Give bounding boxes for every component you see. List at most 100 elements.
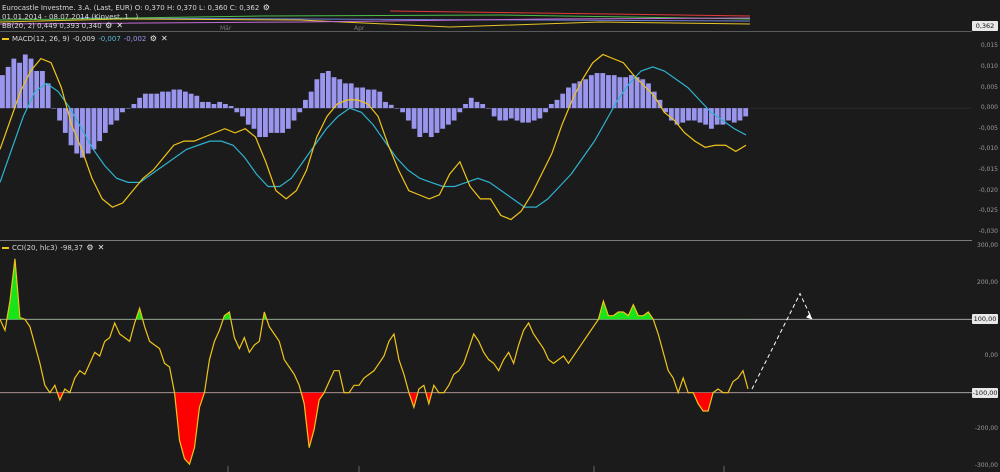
macd-histogram-bar (85, 108, 91, 154)
last-price-label: 0,362 (972, 21, 998, 31)
macd-histogram-bar (445, 108, 451, 125)
close-icon[interactable]: ✕ (97, 243, 105, 253)
macd-histogram-bar (583, 79, 589, 109)
macd-histogram-bar (468, 97, 474, 109)
close-icon[interactable]: ✕ (116, 21, 124, 31)
macd-histogram-bar (623, 77, 629, 109)
macd-title: MACD(12, 26, 9) (12, 35, 70, 43)
macd-histogram-bar (503, 108, 508, 121)
macd-histogram-bar (297, 108, 303, 113)
macd-histogram-bar (520, 108, 526, 123)
macd-histogram-bar (440, 108, 446, 129)
macd-histogram-bar (91, 108, 97, 150)
settings-icon[interactable]: ⚙ (105, 21, 113, 31)
macd-histogram-bar (205, 101, 211, 109)
macd-y-tick-label: 0,010 (980, 62, 998, 70)
cci-line (0, 258, 749, 466)
settings-icon[interactable]: ⚙ (149, 34, 157, 44)
macd-panel (0, 53, 972, 241)
macd-histogram-bar (314, 79, 320, 109)
macd-histogram-bar (463, 104, 468, 109)
macd-histogram-bar (234, 108, 240, 113)
macd-histogram-bar (182, 91, 188, 109)
macd-histogram-bar (411, 108, 417, 129)
cci-y-tick-label: -200,00 (974, 425, 998, 433)
macd-histogram-bar (245, 108, 251, 125)
macd-histogram-bar (217, 101, 223, 109)
macd-histogram-bar (240, 108, 245, 117)
macd-histogram-bar (120, 108, 125, 113)
macd-histogram-bar (165, 91, 171, 109)
macd-histogram-bar (308, 91, 314, 109)
macd-histogram-bar (526, 108, 531, 123)
macd-histogram-bar (51, 108, 57, 109)
macd-histogram-bar (554, 99, 560, 109)
month-label-mar: Mär (220, 25, 232, 32)
macd-histogram-bar (285, 108, 291, 129)
macd-y-tick-label: 0,000 (980, 104, 998, 112)
macd-histogram-bar (606, 75, 611, 109)
macd-histogram-bar (383, 101, 388, 109)
chart-stage (0, 10, 972, 472)
macd-histogram-bar (680, 108, 686, 123)
macd-histogram-bar (731, 108, 737, 123)
macd-y-tick-label: 0,005 (980, 83, 998, 91)
cci-overbought-fill (0, 258, 748, 320)
macd-value: -0,009 (72, 35, 96, 43)
macd-y-tick-label: -0,025 (978, 207, 998, 215)
macd-histogram-bar (360, 87, 366, 109)
macd-histogram-bar (617, 77, 623, 109)
macd-histogram-bar (508, 108, 514, 119)
close-icon[interactable]: ✕ (160, 34, 168, 44)
macd-histogram-bar (5, 66, 11, 109)
macd-y-tick-label: -0,030 (978, 227, 998, 235)
macd-histogram-bar (423, 108, 428, 133)
macd-histogram-bar (634, 77, 640, 109)
macd-histogram-bar (154, 93, 160, 109)
cci-panel (0, 258, 972, 466)
macd-y-tick-label: -0,005 (978, 124, 998, 132)
macd-histogram-bar (268, 108, 274, 133)
macd-histogram-bar (263, 108, 268, 138)
macd-histogram-bar (400, 108, 406, 113)
cci-level-label: -100,00 (972, 387, 998, 398)
cci-title: CCI(20, hlc3) (12, 244, 58, 252)
cci-y-tick-label: 300,00 (977, 242, 998, 249)
macd-histogram-bar (491, 108, 497, 117)
macd-histogram-bar (371, 89, 377, 109)
macd-histogram-bar (114, 108, 120, 121)
settings-icon[interactable]: ⚙ (86, 243, 94, 253)
settings-icon[interactable]: ⚙ (262, 3, 270, 13)
macd-histogram-bar (703, 108, 709, 125)
macd-histogram-bar (211, 104, 217, 109)
cci-y-tick-label: -300,00 (974, 462, 998, 469)
cci-level-label: 100,00 (972, 314, 998, 325)
projection-arrowhead (806, 313, 812, 320)
macd-histogram-bar (97, 108, 103, 142)
macd-histogram-bar (405, 108, 411, 121)
macd-histogram-bar (600, 73, 606, 109)
cci-header: CCI(20, hlc3) -98,37 ⚙ ✕ (2, 243, 105, 253)
price-header-line3: BB(20, 2) 0,449 0,393 0,340 ⚙ ✕ (2, 21, 124, 31)
macd-histogram-bar (325, 71, 331, 109)
macd-histogram-bar (160, 91, 165, 109)
macd-histogram-bar (417, 108, 423, 138)
macd-histogram-bar (726, 108, 731, 121)
macd-histogram-bar (194, 95, 200, 109)
macd-histogram-bar (45, 83, 51, 109)
macd-signal-value: -0,007 (98, 35, 121, 43)
macd-histogram-bar (588, 75, 594, 109)
macd-histogram-bar (57, 108, 62, 121)
macd-hist-value: -0,002 (123, 35, 147, 43)
macd-histogram-bar (74, 108, 80, 154)
macd-histogram-bar (531, 108, 537, 121)
macd-histogram-bar (228, 106, 234, 109)
macd-histogram-bar (291, 108, 297, 121)
macd-histogram-bar (102, 108, 108, 133)
macd-histogram-bar (434, 108, 440, 133)
macd-histogram-bar (331, 77, 337, 109)
macd-histogram-bar (377, 91, 383, 109)
macd-histogram-bar (737, 108, 743, 121)
macd-histogram-bar (280, 108, 285, 133)
cci-swatch (2, 247, 9, 249)
